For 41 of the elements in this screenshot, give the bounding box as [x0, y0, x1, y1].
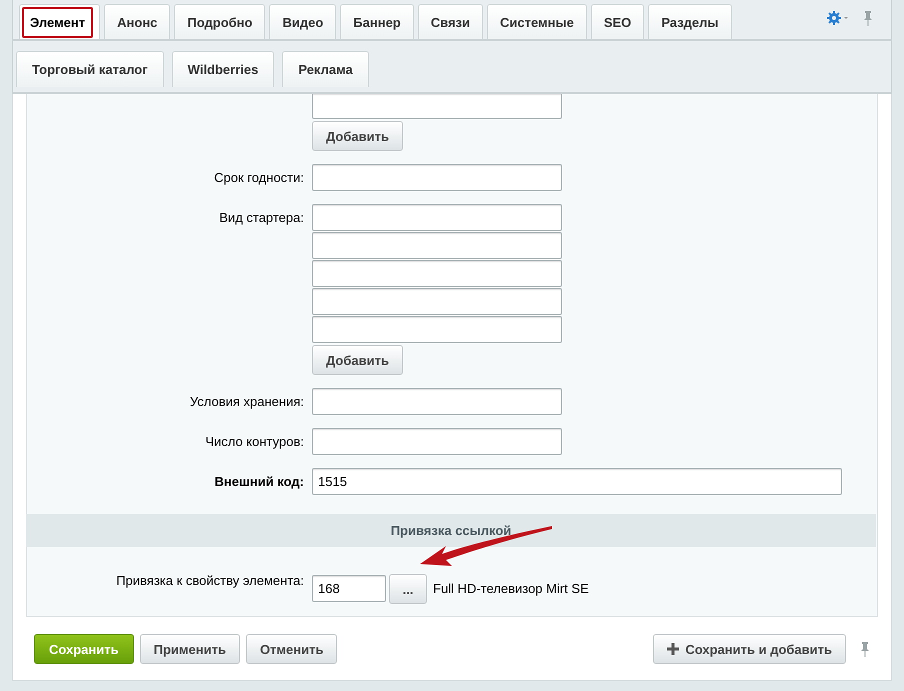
tab[interactable]: Связи: [418, 4, 483, 39]
input-field[interactable]: 168: [312, 575, 386, 602]
field-label: Срок годности:: [213, 169, 304, 185]
tab[interactable]: SEO: [590, 4, 644, 39]
action-button[interactable]: Применить: [140, 634, 240, 664]
field-label: Условия хранения:: [188, 393, 304, 409]
add-button[interactable]: Добавить: [312, 345, 403, 375]
section-header: Привязка ссылкой: [26, 514, 876, 547]
input-field[interactable]: [312, 260, 562, 287]
tab[interactable]: Торговый каталог: [16, 51, 164, 87]
field-label: Привязка к свойству элемента:: [115, 572, 304, 588]
tab[interactable]: Wildberries: [172, 51, 274, 87]
tab[interactable]: Видео: [269, 4, 336, 39]
tab[interactable]: Разделы: [648, 4, 732, 39]
input-field[interactable]: [312, 428, 562, 455]
save-and-add-button[interactable]: Сохранить и добавить: [653, 634, 846, 664]
settings-icon[interactable]: [827, 11, 849, 25]
input-field[interactable]: 1515: [312, 468, 842, 495]
tab[interactable]: Подробно: [174, 4, 266, 39]
tab[interactable]: Анонс: [104, 4, 170, 39]
action-button[interactable]: Отменить: [246, 634, 338, 664]
input-field[interactable]: [312, 204, 562, 231]
tab[interactable]: Системные: [487, 4, 587, 39]
input-field[interactable]: [312, 388, 562, 415]
input-field[interactable]: [312, 94, 562, 119]
tab[interactable]: Реклама: [282, 51, 369, 87]
pin-icon[interactable]: [860, 640, 870, 656]
tab[interactable]: Баннер: [340, 4, 414, 39]
field-label: Внешний код:: [214, 473, 304, 489]
tab[interactable]: Элемент: [19, 4, 100, 39]
plus-icon: [667, 643, 680, 655]
linked-element-name: Full HD-телевизор Mirt SE: [433, 581, 589, 596]
add-button[interactable]: Добавить: [312, 121, 403, 151]
browse-button[interactable]: ...: [389, 574, 427, 604]
pin-icon[interactable]: [863, 10, 873, 26]
field-label: Число контуров:: [204, 433, 304, 449]
field-label: Вид стартера:: [218, 209, 304, 225]
input-field[interactable]: [312, 316, 562, 343]
input-field[interactable]: [312, 288, 562, 315]
input-field[interactable]: [312, 232, 562, 259]
input-field[interactable]: [312, 164, 562, 191]
